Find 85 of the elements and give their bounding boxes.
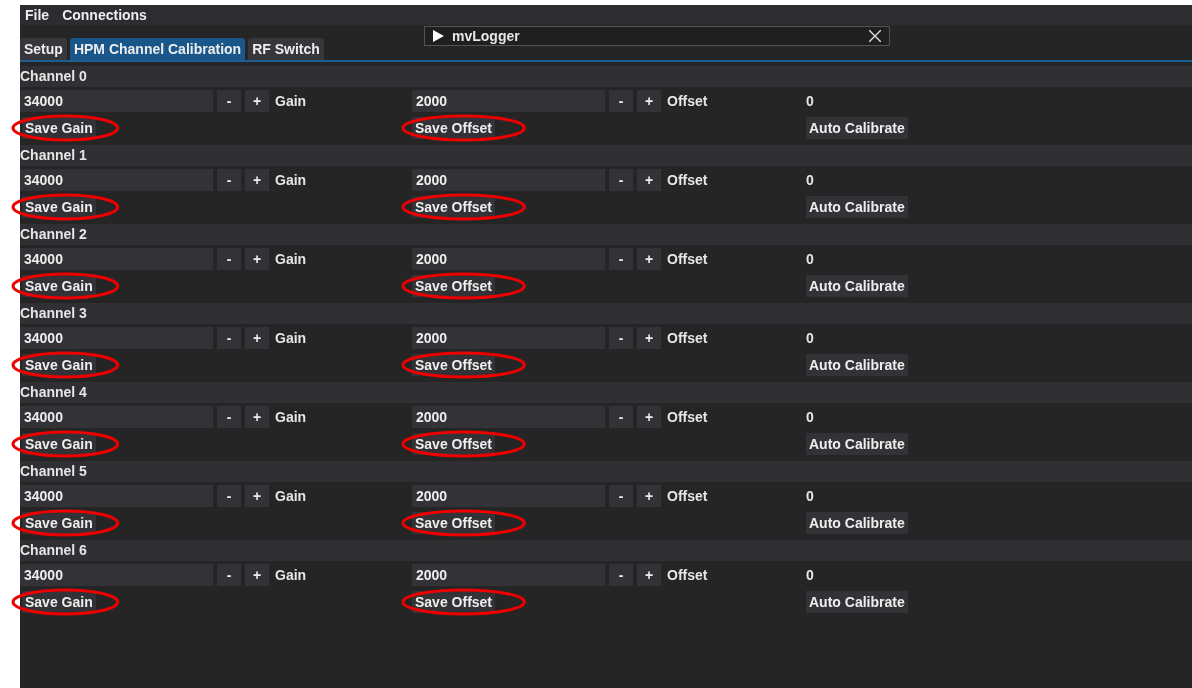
- number-field[interactable]: 2000: [412, 168, 605, 191]
- increment-button[interactable]: +: [637, 247, 661, 270]
- number-field[interactable]: 2000: [412, 247, 605, 270]
- decrement-button[interactable]: -: [217, 89, 241, 112]
- channel-header: Channel 4: [20, 382, 1192, 403]
- decrement-button[interactable]: -: [217, 168, 241, 191]
- field-label: Offset: [667, 408, 708, 425]
- increment-button[interactable]: +: [245, 563, 269, 586]
- decrement-button[interactable]: -: [609, 484, 633, 507]
- increment-button[interactable]: +: [245, 89, 269, 112]
- channel-header: Channel 1: [20, 145, 1192, 166]
- number-field[interactable]: 34000: [20, 484, 213, 507]
- field-label: Offset: [667, 171, 708, 188]
- auto-calibrate-button[interactable]: Auto Calibrate: [806, 590, 908, 613]
- decrement-button[interactable]: -: [217, 484, 241, 507]
- increment-button[interactable]: +: [245, 484, 269, 507]
- increment-button[interactable]: +: [637, 405, 661, 428]
- auto-calibrate-button[interactable]: Auto Calibrate: [806, 353, 908, 376]
- channel-header: Channel 6: [20, 540, 1192, 561]
- reading-value: 0: [806, 92, 814, 109]
- increment-button[interactable]: +: [637, 563, 661, 586]
- number-field[interactable]: 34000: [20, 326, 213, 349]
- close-icon[interactable]: [869, 30, 881, 42]
- channel-header: Channel 0: [20, 66, 1192, 87]
- decrement-button[interactable]: -: [217, 563, 241, 586]
- field-label: Gain: [275, 487, 307, 504]
- increment-button[interactable]: +: [637, 89, 661, 112]
- number-field[interactable]: 34000: [20, 563, 213, 586]
- field-label: Gain: [275, 329, 307, 346]
- field-label: Offset: [667, 566, 708, 583]
- field-label: Gain: [275, 566, 307, 583]
- field-label: Offset: [667, 92, 708, 109]
- decrement-button[interactable]: -: [609, 89, 633, 112]
- decrement-button[interactable]: -: [609, 563, 633, 586]
- increment-button[interactable]: +: [245, 326, 269, 349]
- number-field[interactable]: 2000: [412, 326, 605, 349]
- number-field[interactable]: 34000: [20, 168, 213, 191]
- auto-calibrate-button[interactable]: Auto Calibrate: [806, 432, 908, 455]
- number-field[interactable]: 2000: [412, 89, 605, 112]
- tab[interactable]: RF Switch: [248, 38, 324, 60]
- channel-header: Channel 5: [20, 461, 1192, 482]
- reading-value: 0: [806, 329, 814, 346]
- increment-button[interactable]: +: [637, 326, 661, 349]
- auto-calibrate-button[interactable]: Auto Calibrate: [806, 116, 908, 139]
- triangle-icon[interactable]: [433, 30, 444, 42]
- increment-button[interactable]: +: [245, 405, 269, 428]
- reading-value: 0: [806, 408, 814, 425]
- field-label: Gain: [275, 92, 307, 109]
- reading-value: 0: [806, 250, 814, 267]
- auto-calibrate-button[interactable]: Auto Calibrate: [806, 274, 908, 297]
- decrement-button[interactable]: -: [609, 326, 633, 349]
- tab[interactable]: Setup: [20, 38, 67, 60]
- number-field[interactable]: 2000: [412, 563, 605, 586]
- auto-calibrate-button[interactable]: Auto Calibrate: [806, 195, 908, 218]
- increment-button[interactable]: +: [637, 484, 661, 507]
- reading-value: 0: [806, 566, 814, 583]
- increment-button[interactable]: +: [245, 168, 269, 191]
- decrement-button[interactable]: -: [217, 326, 241, 349]
- field-label: Gain: [275, 171, 307, 188]
- decrement-button[interactable]: -: [609, 168, 633, 191]
- channel-header: Channel 2: [20, 224, 1192, 245]
- field-label: Gain: [275, 250, 307, 267]
- reading-value: 0: [806, 171, 814, 188]
- increment-button[interactable]: +: [245, 247, 269, 270]
- menu-item[interactable]: File: [25, 7, 50, 23]
- field-label: Gain: [275, 408, 307, 425]
- field-label: Offset: [667, 487, 708, 504]
- number-field[interactable]: 2000: [412, 405, 605, 428]
- number-field[interactable]: 34000: [20, 405, 213, 428]
- window-title: mvLogger: [452, 28, 521, 44]
- decrement-button[interactable]: -: [609, 405, 633, 428]
- field-label: Offset: [667, 329, 708, 346]
- menu-item[interactable]: Connections: [62, 7, 147, 23]
- number-field[interactable]: 34000: [20, 247, 213, 270]
- auto-calibrate-button[interactable]: Auto Calibrate: [806, 511, 908, 534]
- number-field[interactable]: 34000: [20, 89, 213, 112]
- decrement-button[interactable]: -: [609, 247, 633, 270]
- reading-value: 0: [806, 487, 814, 504]
- decrement-button[interactable]: -: [217, 247, 241, 270]
- channel-header: Channel 3: [20, 303, 1192, 324]
- decrement-button[interactable]: -: [217, 405, 241, 428]
- tab[interactable]: HPM Channel Calibration: [69, 38, 246, 60]
- increment-button[interactable]: +: [637, 168, 661, 191]
- number-field[interactable]: 2000: [412, 484, 605, 507]
- field-label: Offset: [667, 250, 708, 267]
